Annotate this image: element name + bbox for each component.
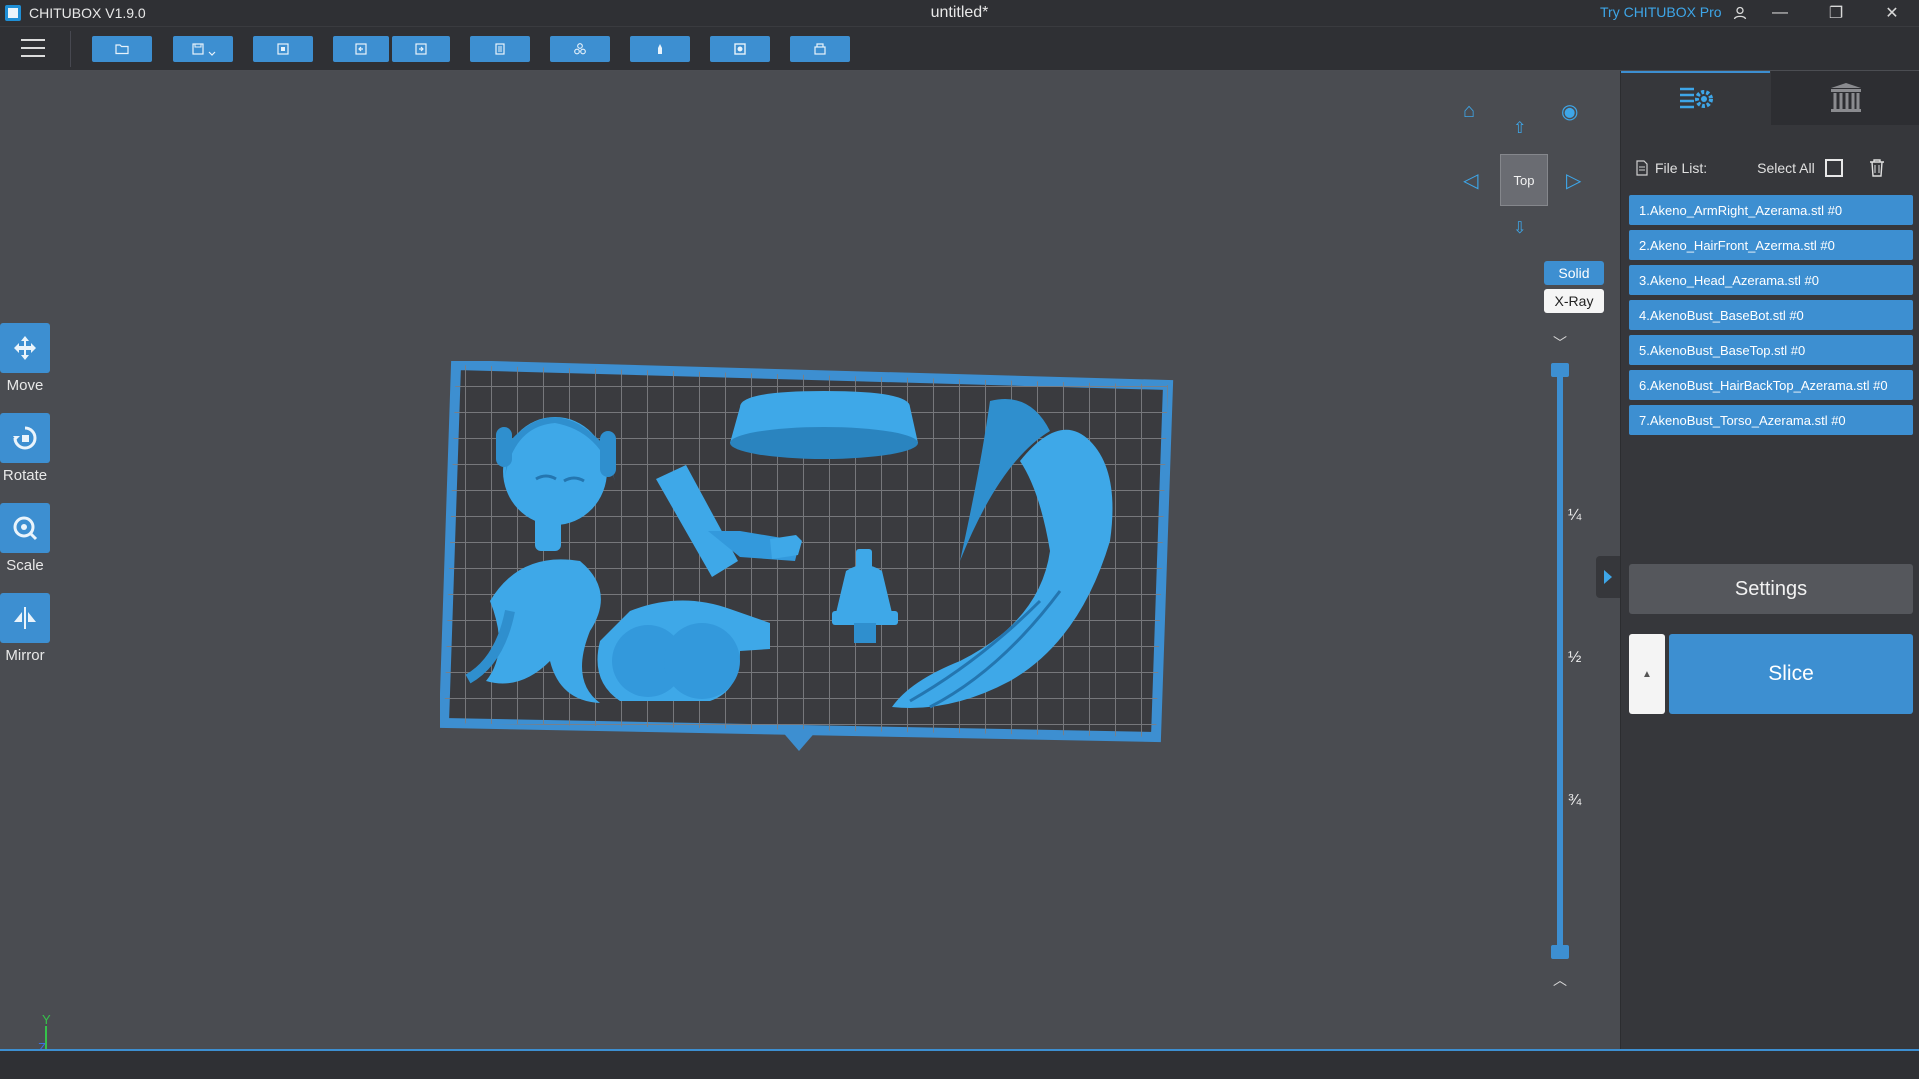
mirror-icon [0, 593, 50, 643]
try-pro-link[interactable]: Try CHITUBOX Pro [1600, 4, 1722, 20]
solid-mode-button[interactable]: Solid [1544, 261, 1604, 285]
fit-view-icon [277, 43, 289, 55]
xray-mode-button[interactable]: X-Ray [1544, 289, 1604, 313]
redo-icon [415, 43, 427, 55]
support-button[interactable] [630, 36, 690, 62]
right-panel: File List: Select All 1.Akeno_ArmRight_A… [1620, 71, 1919, 1049]
scale-tool[interactable]: Scale [0, 503, 52, 574]
panel-collapse-button[interactable] [1596, 556, 1620, 598]
minimize-icon: — [1772, 4, 1788, 21]
3d-viewport[interactable]: Move Rotate Scale Mirror ⌂ ⇧ ◉ ◁ Top ▷ ⇩… [0, 71, 1620, 1049]
rotate-icon [0, 413, 50, 463]
menu-button[interactable] [21, 37, 45, 59]
view-down-icon[interactable]: ⇩ [1513, 219, 1526, 239]
layer-slider-track[interactable] [1557, 370, 1563, 953]
view-left-icon[interactable]: ◁ [1463, 171, 1478, 191]
clipboard-icon [495, 43, 505, 55]
restore-button[interactable]: ❐ [1812, 0, 1860, 26]
view-right-icon[interactable]: ▷ [1566, 171, 1581, 191]
app-logo-icon [5, 5, 21, 21]
fit-view-button[interactable] [253, 36, 313, 62]
axis-y-label: Y [42, 1014, 51, 1027]
undo-button[interactable] [333, 36, 389, 62]
eye-view-icon[interactable]: ◉ [1561, 102, 1578, 122]
tab-settings[interactable] [1621, 71, 1770, 125]
scale-icon [0, 503, 50, 553]
document-icon [1636, 160, 1648, 176]
close-icon: ✕ [1885, 5, 1899, 22]
view-up-icon[interactable]: ⇧ [1513, 119, 1526, 139]
layer-slider-top-handle[interactable] [1551, 363, 1569, 377]
move-icon [0, 323, 50, 373]
minimize-button[interactable]: — [1756, 0, 1804, 26]
file-item[interactable]: 6.AkenoBust_HairBackTop_Azerama.stl #0 [1629, 370, 1913, 400]
slice-options-button[interactable]: ▲ [1629, 634, 1665, 714]
file-item[interactable]: 7.AkenoBust_Torso_Azerama.stl #0 [1629, 405, 1913, 435]
trash-icon[interactable] [1869, 159, 1885, 177]
select-all-checkbox[interactable] [1824, 159, 1843, 177]
hollow-button[interactable] [710, 36, 770, 62]
chevron-right-icon [1604, 570, 1612, 584]
build-plate[interactable] [440, 361, 1180, 821]
view-cube-label: Top [1513, 172, 1535, 188]
support-icon [658, 44, 662, 54]
slice-button[interactable]: Slice [1669, 634, 1913, 714]
tab-resin-library[interactable] [1771, 71, 1919, 125]
title-bar: CHITUBOX V1.9.0 untitled* Try CHITUBOX P… [0, 0, 1919, 26]
restore-icon: ❐ [1828, 5, 1844, 22]
rotate-tool[interactable]: Rotate [0, 413, 52, 484]
settings-button[interactable]: Settings [1629, 564, 1913, 614]
print-icon [814, 43, 826, 55]
settings-list-icon [1679, 87, 1713, 109]
columns-icon [1830, 83, 1861, 112]
file-list: 1.Akeno_ArmRight_Azerama.stl #0 2.Akeno_… [1629, 195, 1913, 440]
axis-z-label: Z [38, 1040, 46, 1049]
home-view-icon[interactable]: ⌂ [1463, 101, 1475, 121]
chevron-down-icon [208, 51, 216, 56]
toolbar-divider [70, 31, 71, 67]
slider-tick-quarter: ¼ [1568, 507, 1582, 524]
close-button[interactable]: ✕ [1868, 0, 1916, 26]
redo-button[interactable] [392, 36, 450, 62]
user-icon [1733, 6, 1747, 20]
file-item[interactable]: 1.Akeno_ArmRight_Azerama.stl #0 [1629, 195, 1913, 225]
view-cube[interactable]: Top [1500, 154, 1548, 206]
select-all-label: Select All [1757, 160, 1815, 176]
rotate-label: Rotate [2, 467, 48, 484]
print-button[interactable] [790, 36, 850, 62]
status-bar [0, 1049, 1919, 1079]
slider-tick-three-quarter: ¾ [1568, 792, 1582, 809]
move-tool[interactable]: Move [0, 323, 52, 394]
mirror-label: Mirror [5, 647, 45, 664]
scale-label: Scale [6, 557, 44, 574]
layer-slider-bottom-handle[interactable] [1551, 945, 1569, 959]
layout-icon [574, 43, 586, 55]
move-label: Move [6, 377, 44, 394]
clipboard-button[interactable] [470, 36, 530, 62]
file-item[interactable]: 2.Akeno_HairFront_Azerma.stl #0 [1629, 230, 1913, 260]
file-list-label: File List: [1655, 160, 1708, 176]
file-list-header: File List: Select All [1635, 157, 1919, 179]
slider-collapse-icon[interactable]: ﹀ [1550, 333, 1570, 353]
layout-button[interactable] [550, 36, 610, 62]
model-base-top[interactable] [730, 391, 918, 459]
save-icon [192, 43, 204, 55]
file-item[interactable]: 5.AkenoBust_BaseTop.stl #0 [1629, 335, 1913, 365]
file-item[interactable]: 4.AkenoBust_BaseBot.stl #0 [1629, 300, 1913, 330]
slider-expand-icon[interactable]: ︿ [1550, 970, 1570, 990]
hollow-icon [734, 43, 746, 55]
mirror-tool[interactable]: Mirror [0, 593, 52, 664]
main-toolbar [0, 26, 1919, 70]
triangle-up-icon: ▲ [1642, 668, 1652, 680]
open-folder-icon [115, 44, 129, 55]
slider-tick-half: ½ [1568, 649, 1582, 666]
file-item[interactable]: 3.Akeno_Head_Azerama.stl #0 [1629, 265, 1913, 295]
open-file-button[interactable] [92, 36, 152, 62]
save-button[interactable] [173, 36, 233, 62]
axis-gizmo: Y Z X [38, 1014, 51, 1049]
app-name: CHITUBOX V1.9.0 [29, 5, 146, 21]
undo-icon [355, 43, 367, 55]
